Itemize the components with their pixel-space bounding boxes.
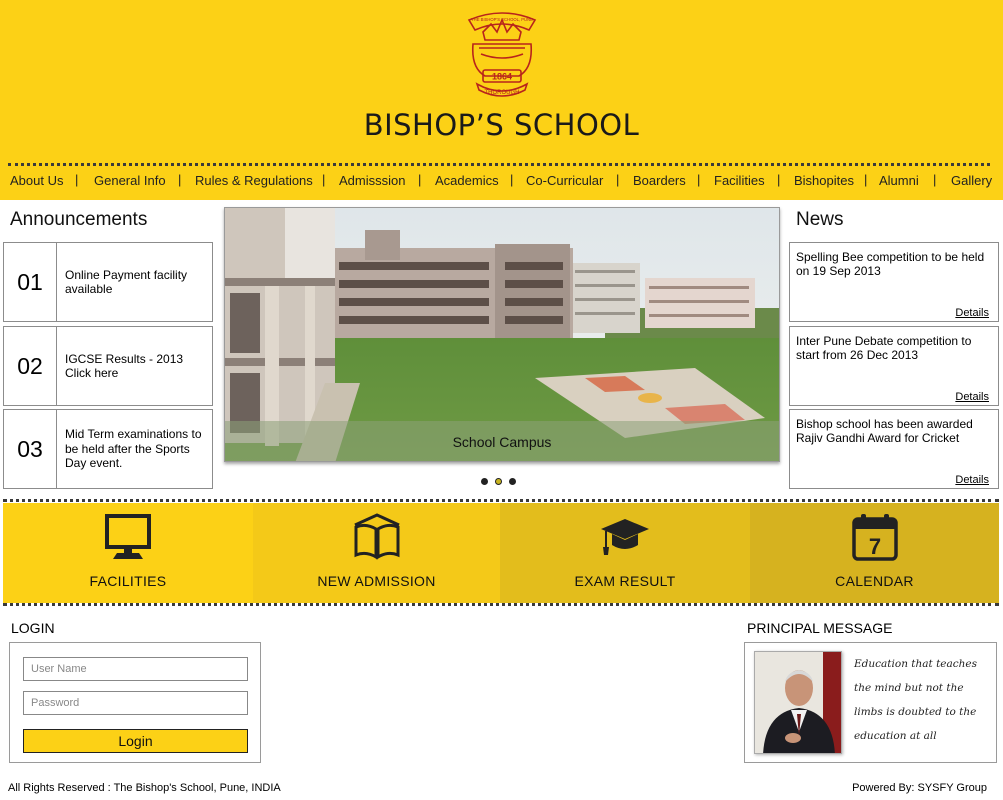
nav-separator: |	[697, 172, 701, 187]
nav-item-about-us[interactable]: About Us	[10, 173, 63, 188]
news-text: Bishop school has been awarded Rajiv Gan…	[796, 417, 973, 445]
password-input[interactable]	[23, 691, 248, 715]
username-input[interactable]	[23, 657, 248, 681]
news-text: Inter Pune Debate competition to start f…	[796, 334, 972, 362]
tile-calendar[interactable]: 7 CALENDAR	[750, 503, 999, 603]
nav-separator: |	[418, 172, 422, 187]
nav-separator: |	[864, 172, 868, 187]
slider-dot-active[interactable]	[495, 478, 502, 485]
nav-separator: |	[322, 172, 326, 187]
principal-message-text: Education that teaches the mind but not …	[854, 658, 978, 742]
news-item: Spelling Bee competition to be held on 1…	[789, 242, 999, 322]
slider-dot[interactable]	[509, 478, 516, 485]
announcement-text[interactable]: IGCSE Results - 2013 Click here	[65, 327, 207, 405]
footer-copyright: All Rights Reserved : The Bishop's Schoo…	[8, 782, 281, 794]
footer-powered-by[interactable]: Powered By: SYSFY Group	[852, 782, 987, 794]
main-navigation: About Us General Info Rules & Regulations A…	[0, 171, 1003, 193]
login-title: LOGIN	[11, 620, 55, 636]
nav-item-general-info[interactable]: General Info	[94, 173, 166, 188]
login-button[interactable]: Login	[23, 729, 248, 753]
announcement-item[interactable]: 03 Mid Term examinations to be held afte…	[3, 409, 213, 489]
slide-caption: School Campus	[452, 434, 552, 450]
tile-new-admission[interactable]: NEW ADMISSION	[253, 503, 500, 603]
principal-message-title: PRINCIPAL MESSAGE	[747, 620, 893, 636]
nav-separator: |	[777, 172, 781, 187]
nav-separator: |	[510, 172, 514, 187]
nav-item-facilities[interactable]: Facilities	[714, 173, 765, 188]
svg-text:1864: 1864	[492, 72, 512, 82]
news-details-link[interactable]: Details	[955, 307, 989, 319]
news-item: Inter Pune Debate competition to start f…	[789, 326, 999, 406]
school-name-title: BISHOP’S SCHOOL	[363, 108, 640, 142]
news-text: Spelling Bee competition to be held on 1…	[796, 250, 985, 278]
announcements-title: Announcements	[10, 209, 148, 230]
nav-item-academics[interactable]: Academics	[435, 173, 499, 188]
nav-item-alumni[interactable]: Alumni	[879, 173, 919, 188]
book-icon	[353, 513, 400, 560]
svg-text:7: 7	[868, 534, 880, 559]
nav-item-admisssion[interactable]: Admisssion	[339, 173, 405, 188]
nav-separator: |	[75, 172, 79, 187]
svg-text:THE BISHOP'S SCHOOL, PUNE: THE BISHOP'S SCHOOL, PUNE	[471, 17, 533, 22]
nav-separator: |	[178, 172, 182, 187]
nav-separator: |	[933, 172, 937, 187]
image-slider[interactable]: School Campus	[224, 207, 780, 462]
nav-item-rules-regulations[interactable]: Rules & Regulations	[195, 173, 313, 188]
header: 1864 THOROUGH THE BISHOP'S SCHOOL, PUNE …	[0, 0, 1003, 200]
news-item: Bishop school has been awarded Rajiv Gan…	[789, 409, 999, 489]
tile-exam-result[interactable]: EXAM RESULT	[500, 503, 750, 603]
tile-label: CALENDAR	[835, 573, 914, 589]
tile-facilities[interactable]: FACILITIES	[3, 503, 253, 603]
announcement-item[interactable]: 02 IGCSE Results - 2013 Click here	[3, 326, 213, 406]
tiles-divider-bottom	[3, 603, 999, 606]
nav-item-boarders[interactable]: Boarders	[633, 173, 686, 188]
svg-text:THOROUGH: THOROUGH	[485, 90, 520, 96]
tiles-divider-top	[3, 499, 999, 502]
announcement-text[interactable]: Online Payment facility available	[65, 243, 207, 321]
school-crest-logo[interactable]: 1864 THOROUGH THE BISHOP'S SCHOOL, PUNE	[463, 10, 541, 100]
tile-label: FACILITIES	[89, 573, 167, 589]
monitor-icon	[105, 514, 151, 559]
tile-label: NEW ADMISSION	[317, 573, 436, 589]
principal-message-box: Education that teaches the mind but not …	[744, 642, 997, 763]
announcement-item[interactable]: 01 Online Payment facility available	[3, 242, 213, 322]
nav-item-co-curricular[interactable]: Co-Curricular	[526, 173, 603, 188]
nav-item-bishopites[interactable]: Bishopites	[794, 173, 854, 188]
tile-label: EXAM RESULT	[574, 573, 676, 589]
announcement-number: 03	[4, 410, 57, 488]
login-form: Login	[9, 642, 261, 763]
principal-photo	[754, 651, 842, 754]
nav-separator: |	[616, 172, 620, 187]
news-details-link[interactable]: Details	[955, 474, 989, 486]
announcement-number: 02	[4, 327, 57, 405]
nav-item-gallery[interactable]: Gallery	[951, 173, 992, 188]
news-title: News	[796, 209, 844, 230]
announcement-text[interactable]: Mid Term examinations to be held after t…	[65, 410, 207, 488]
graduation-cap-icon	[601, 519, 649, 555]
news-details-link[interactable]: Details	[955, 391, 989, 403]
slider-dot[interactable]	[481, 478, 488, 485]
calendar-icon: 7	[851, 514, 898, 561]
announcement-number: 01	[4, 243, 57, 321]
header-divider	[8, 163, 990, 166]
